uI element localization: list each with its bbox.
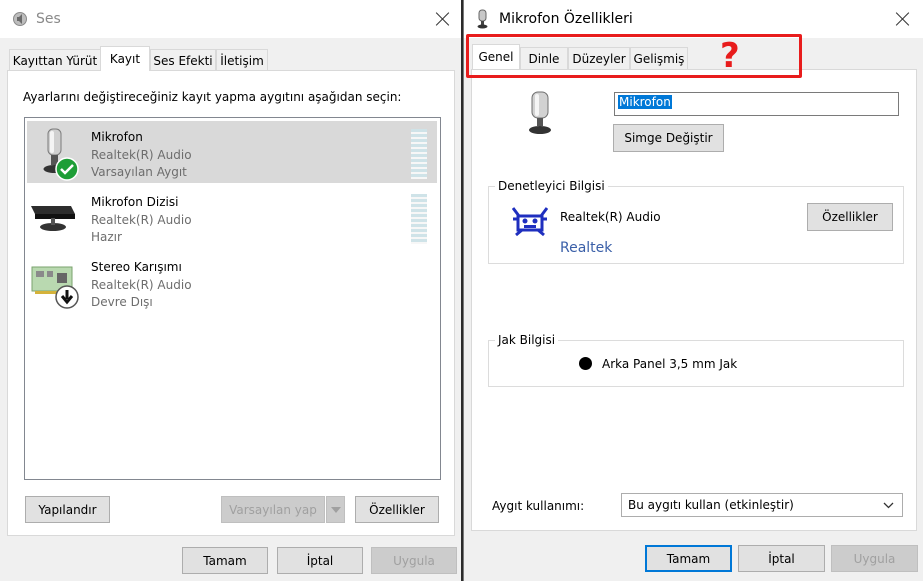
- tab-advanced[interactable]: Gelişmiş: [630, 47, 688, 69]
- properties-window-title: Mikrofon Özellikleri: [499, 11, 633, 27]
- tab-playback[interactable]: Kayıttan Yürüt: [9, 49, 101, 71]
- configure-button[interactable]: Yapılandır: [25, 496, 110, 523]
- device-driver: Realtek(R) Audio: [91, 213, 192, 227]
- set-default-dropdown[interactable]: [326, 496, 345, 523]
- ok-button[interactable]: Tamam: [645, 545, 732, 572]
- controller-info-label: Denetleyici Bilgisi: [495, 179, 608, 193]
- level-meter: [411, 194, 427, 244]
- change-icon-button[interactable]: Simge Değiştir: [613, 124, 724, 152]
- device-usage-label: Aygıt kullanımı:: [492, 499, 585, 513]
- list-item-microphone[interactable]: Mikrofon Realtek(R) Audio Varsayılan Ayg…: [27, 121, 437, 183]
- chevron-down-icon: [330, 506, 341, 513]
- tab-listen[interactable]: Dinle: [520, 47, 568, 69]
- apply-button[interactable]: Uygula: [371, 547, 457, 574]
- properties-button[interactable]: Özellikler: [355, 496, 439, 523]
- chevron-down-icon: [883, 502, 894, 509]
- jack-info-label: Jak Bilgisi: [495, 333, 559, 347]
- properties-titlebar[interactable]: Mikrofon Özellikleri: [464, 0, 923, 38]
- properties-close-icon[interactable]: [892, 8, 914, 30]
- device-name: Stereo Karışımı: [91, 260, 182, 274]
- microphone-title-icon: [477, 9, 488, 29]
- recording-device-list[interactable]: Mikrofon Realtek(R) Audio Varsayılan Ayg…: [24, 117, 441, 480]
- apply-button[interactable]: Uygula: [831, 545, 918, 572]
- tab-communications[interactable]: İletişim: [216, 49, 268, 71]
- level-meter: [411, 129, 427, 179]
- sound-titlebar[interactable]: Ses: [0, 0, 461, 38]
- speaker-app-icon: [13, 12, 27, 26]
- controller-info-group: Denetleyici Bilgisi Realtek(R) Audio Rea…: [488, 179, 904, 264]
- tab-general[interactable]: Genel: [472, 44, 520, 69]
- device-driver: Realtek(R) Audio: [91, 148, 192, 162]
- list-item-stereo-mix[interactable]: Stereo Karışımı Realtek(R) Audio Devre D…: [27, 251, 437, 313]
- device-status: Varsayılan Aygıt: [91, 165, 187, 179]
- cancel-button[interactable]: İptal: [277, 547, 363, 574]
- jack-location: Arka Panel 3,5 mm Jak: [602, 357, 738, 371]
- device-driver: Realtek(R) Audio: [91, 278, 192, 292]
- jack-color-dot-icon: [579, 357, 592, 370]
- realtek-crab-logo-icon: [512, 207, 548, 237]
- general-tab-panel: Mikrofon Simge Değiştir Denetleyici Bilg…: [471, 69, 917, 531]
- sound-close-icon[interactable]: [432, 8, 454, 30]
- device-name: Mikrofon: [91, 130, 143, 144]
- device-name-value: Mikrofon: [618, 95, 672, 109]
- device-name-input[interactable]: Mikrofon: [614, 92, 899, 116]
- tab-recording[interactable]: Kayıt: [100, 46, 150, 71]
- device-usage-select[interactable]: Bu aygıtı kullan (etkinleştir): [621, 493, 903, 517]
- controller-name: Realtek(R) Audio: [560, 210, 661, 224]
- list-item-microphone-array[interactable]: Mikrofon Dizisi Realtek(R) Audio Hazır: [27, 186, 437, 248]
- device-status: Devre Dışı: [91, 295, 153, 309]
- set-default-button[interactable]: Varsayılan yap: [221, 496, 325, 523]
- microphone-array-icon: [31, 206, 75, 231]
- microphone-properties-dialog: Mikrofon Özellikleri Genel Dinle Düzeyle…: [463, 0, 923, 581]
- disabled-arrow-icon: [55, 285, 79, 309]
- tab-sound-effects[interactable]: Ses Efekti: [150, 49, 216, 71]
- controller-properties-button[interactable]: Özellikler: [807, 203, 893, 231]
- sound-dialog: Ses Kayıttan Yürüt Kayıt Ses Efekti İlet…: [0, 0, 461, 581]
- question-mark-annotation: ?: [720, 36, 740, 76]
- microphone-large-icon: [529, 91, 551, 134]
- cancel-button[interactable]: İptal: [738, 545, 825, 572]
- jack-info-group: Jak Bilgisi Arka Panel 3,5 mm Jak: [488, 333, 904, 387]
- sound-window-title: Ses: [36, 11, 61, 27]
- default-check-icon: [55, 157, 79, 181]
- device-name: Mikrofon Dizisi: [91, 195, 179, 209]
- ok-button[interactable]: Tamam: [182, 547, 268, 574]
- device-status: Hazır: [91, 230, 122, 244]
- instruction-text: Ayarlarını değiştireceğiniz kayıt yapma …: [23, 90, 402, 104]
- realtek-link[interactable]: Realtek: [560, 240, 612, 256]
- tab-levels[interactable]: Düzeyler: [568, 47, 630, 69]
